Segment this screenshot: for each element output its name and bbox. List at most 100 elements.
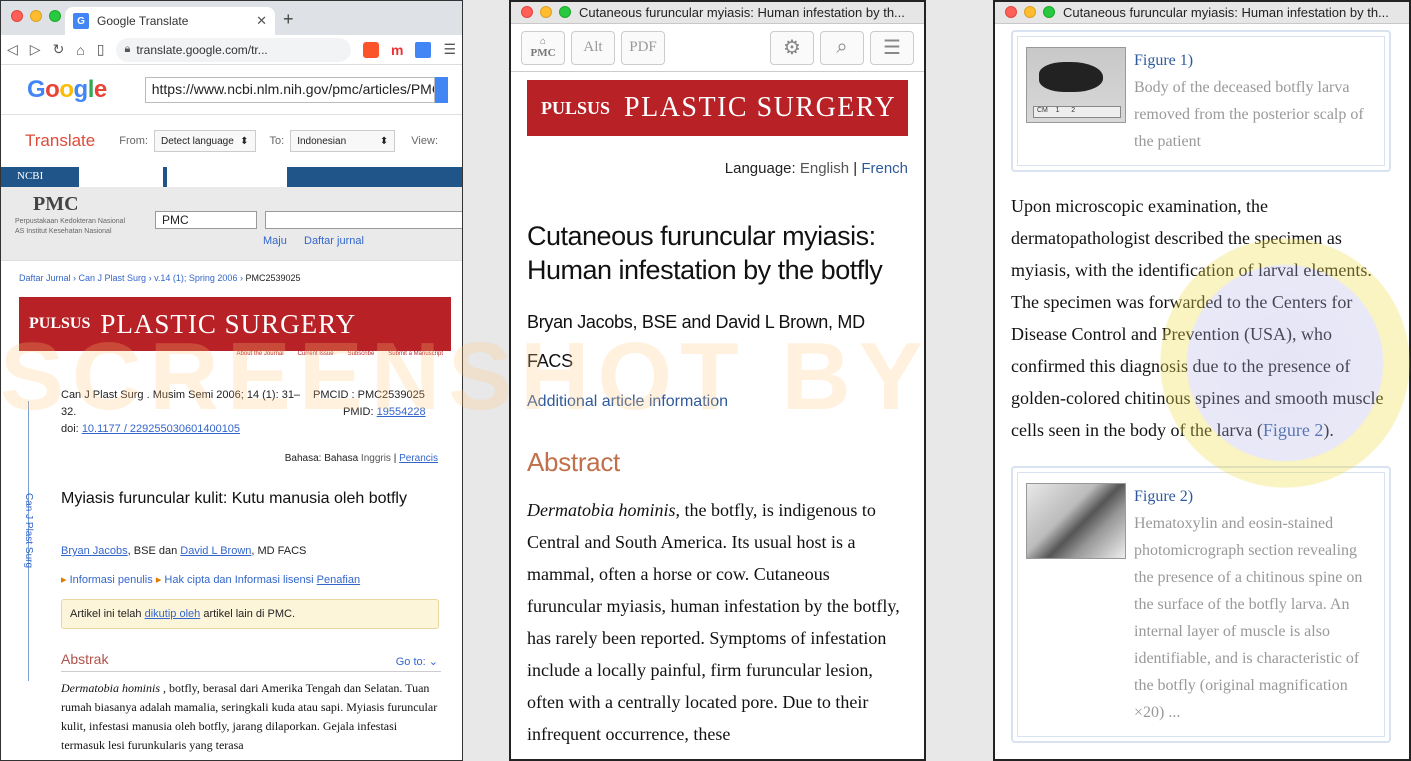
species-name: Dermatobia hominis	[61, 681, 160, 695]
goto-menu[interactable]: Go to: ⌄	[396, 655, 438, 668]
window-title: Cutaneous furuncular myiasis: Human infe…	[1063, 5, 1389, 20]
close-window-button[interactable]	[1005, 6, 1017, 18]
about-link[interactable]: About the Journal	[237, 351, 284, 363]
submit-link[interactable]: Submit a Manuscript	[388, 351, 443, 363]
pmc-search-band: PMC Perpustakaan Kedokteran Nasional AS …	[1, 187, 462, 261]
reload-icon[interactable]: ↻	[53, 41, 65, 58]
subscribe-link[interactable]: Subscribe	[348, 351, 375, 363]
ncbi-search-box[interactable]	[79, 167, 163, 187]
journal-title: PLASTIC SURGERY	[100, 308, 357, 339]
doi-link[interactable]: 10.1177 / 229255030601400105	[82, 423, 240, 435]
new-tab-button[interactable]: +	[283, 9, 294, 30]
figure-2-ref-link[interactable]: Figure 2	[1263, 420, 1324, 440]
abstract-heading: Abstract	[527, 447, 620, 477]
address-bar[interactable]: 🔒︎ translate.google.com/tr...	[116, 37, 351, 62]
menu-icon[interactable]: ☰	[443, 41, 456, 58]
lang-french-link[interactable]: Perancis	[399, 453, 438, 464]
figure-2-link[interactable]: Figure 2)	[1134, 488, 1193, 505]
doi-label: doi:	[61, 423, 79, 435]
author-link-2[interactable]: David L Brown	[180, 545, 251, 557]
journal-list-link[interactable]: Daftar jurnal	[304, 235, 364, 247]
search-button[interactable]: ⌕	[820, 30, 864, 65]
abstract-heading: Abstrak	[61, 651, 109, 667]
figure-2-inner: Figure 2) Hematoxylin and eosin-stained …	[1017, 472, 1385, 737]
window-controls	[521, 6, 571, 18]
lang-french-link[interactable]: French	[861, 160, 908, 177]
from-language-select[interactable]: Detect language ⬍	[153, 130, 256, 152]
translate-url-input[interactable]: https://www.ncbi.nlm.nih.gov/pmc/article…	[144, 76, 436, 103]
forward-icon[interactable]: ▷	[30, 41, 41, 58]
crumb-journals[interactable]: Daftar Jurnal	[19, 273, 71, 283]
window-controls	[1005, 6, 1055, 18]
search-icon: ⌕	[836, 36, 848, 58]
disclaimer-link[interactable]: Penafian	[317, 574, 360, 586]
zoom-window-button[interactable]	[1043, 6, 1055, 18]
browser-toolbar: ◁ ▷ ↻ ⌂ ▯ 🔒︎ translate.google.com/tr... …	[1, 35, 462, 65]
extension-m-icon[interactable]: m	[391, 42, 403, 58]
abstract-divider	[61, 671, 441, 672]
contents-button[interactable]: ☰	[870, 30, 914, 65]
cited-by-link[interactable]: dikutip oleh	[145, 608, 201, 620]
address-text: translate.google.com/tr...	[136, 42, 268, 57]
back-icon[interactable]: ◁	[7, 41, 18, 58]
to-language-select[interactable]: Indonesian ⬍	[290, 130, 396, 152]
lang-separator: |	[853, 160, 858, 177]
zoom-window-button[interactable]	[559, 6, 571, 18]
close-window-button[interactable]	[11, 10, 23, 22]
home-icon[interactable]: ⌂	[76, 42, 84, 58]
figure-1-caption-text: Body of the deceased botfly larva remove…	[1134, 79, 1364, 150]
bookmark-icon[interactable]: ▯	[97, 41, 105, 58]
journal-banner[interactable]: PULSUS PLASTIC SURGERY	[527, 80, 908, 136]
notice-text-a: Artikel ini telah	[70, 608, 142, 620]
translate-submit-button[interactable]	[435, 76, 448, 103]
reader-window-figures: Cutaneous furuncular myiasis: Human infe…	[993, 0, 1411, 761]
from-label: From:	[119, 135, 148, 147]
pmid-link[interactable]: 19554228	[377, 406, 426, 418]
author-link-1[interactable]: Bryan Jacobs	[61, 545, 128, 557]
figure-2-card[interactable]: Figure 2) Hematoxylin and eosin-stained …	[1011, 466, 1391, 743]
journal-banner[interactable]: PULSUS PLASTIC SURGERY	[19, 297, 451, 351]
zoom-window-button[interactable]	[49, 10, 61, 22]
crumb-journal[interactable]: Can J Plast Surg	[79, 273, 147, 283]
journal-side-label: Can J Plast Surg	[23, 493, 34, 569]
larva-image	[1039, 62, 1103, 92]
figure-1-card[interactable]: CM 1 2 Figure 1) Body of the deceased bo…	[1011, 30, 1391, 172]
close-window-button[interactable]	[521, 6, 533, 18]
brave-shield-icon[interactable]	[362, 41, 379, 58]
additional-info-link[interactable]: Additional article information	[527, 393, 908, 411]
figure-1-caption: Figure 1) Body of the deceased botfly la…	[1134, 47, 1376, 155]
settings-button[interactable]: ⚙	[770, 30, 814, 65]
lang-english: Inggris	[360, 453, 391, 464]
pdf-button[interactable]: PDF	[621, 30, 665, 65]
notice-text-b: artikel lain di PMC.	[203, 608, 296, 620]
figure-2-thumbnail[interactable]	[1026, 483, 1126, 559]
ncbi-search-box-2[interactable]	[167, 167, 287, 187]
journal-links: About the Journal Current Issue Subscrib…	[19, 351, 451, 363]
minimize-window-button[interactable]	[540, 6, 552, 18]
tab-bar: G Google Translate ✕ +	[1, 1, 462, 35]
minimize-window-button[interactable]	[1024, 6, 1036, 18]
pmc-logo[interactable]: PMC	[33, 193, 79, 216]
close-tab-icon[interactable]: ✕	[256, 13, 267, 29]
crumb-issue[interactable]: v.14 (1); Spring 2006	[154, 273, 237, 283]
author-suffix: , MD FACS	[251, 545, 307, 557]
database-select[interactable]: PMC	[155, 211, 257, 229]
author-info-link[interactable]: Informasi penulis	[70, 574, 153, 586]
ncbi-logo[interactable]: NCBI	[17, 170, 43, 182]
figure-1-link[interactable]: Figure 1)	[1134, 52, 1193, 69]
pmc-search-input[interactable]	[265, 211, 462, 229]
window-titlebar: Cutaneous furuncular myiasis: Human infe…	[995, 2, 1409, 24]
google-logo[interactable]: Google	[27, 76, 107, 104]
google-translate-icon: G	[73, 13, 89, 29]
figure-1-thumbnail[interactable]: CM 1 2	[1026, 47, 1126, 123]
go-link[interactable]: Maju	[263, 235, 287, 247]
language-label: Language:	[724, 160, 796, 177]
body-text-a: Upon microscopic examination, the dermat…	[1011, 196, 1384, 440]
copyright-link[interactable]: Hak cipta dan Informasi lisensi	[164, 574, 313, 586]
tab-google-translate[interactable]: G Google Translate ✕	[65, 7, 275, 35]
translate-extension-icon[interactable]	[415, 41, 432, 58]
current-issue-link[interactable]: Current Issue	[298, 351, 334, 363]
pmc-home-button[interactable]: ⌂ PMC	[521, 30, 565, 65]
alt-view-button[interactable]: Alt	[571, 30, 615, 65]
minimize-window-button[interactable]	[30, 10, 42, 22]
